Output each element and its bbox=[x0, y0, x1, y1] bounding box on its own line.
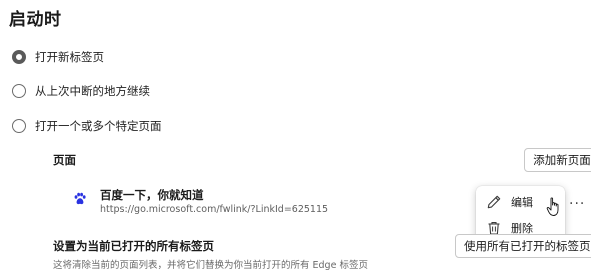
radio-label: 打开新标签页 bbox=[35, 50, 104, 64]
page-item-url: https://go.microsoft.com/fwlink/?LinkId=… bbox=[100, 204, 329, 215]
pencil-icon bbox=[487, 195, 501, 209]
page-item-title: 百度一下，你就知道 bbox=[100, 188, 204, 202]
radio-label: 从上次中断的地方继续 bbox=[35, 84, 150, 98]
radio-button[interactable] bbox=[12, 119, 26, 133]
radio-button-checked[interactable] bbox=[12, 50, 26, 64]
baidu-paw-icon bbox=[74, 192, 86, 205]
radio-button[interactable] bbox=[12, 84, 26, 98]
pages-label: 页面 bbox=[53, 153, 76, 167]
menu-item-label: 编辑 bbox=[511, 196, 533, 209]
section-title: 启动时 bbox=[9, 10, 62, 30]
use-current-tabs-description: 这将清除当前的页面列表，并将它们替换为你当前打开的所有 Edge 标签页 bbox=[53, 260, 368, 271]
radio-option-new-tab[interactable]: 打开新标签页 bbox=[12, 46, 104, 68]
radio-option-continue[interactable]: 从上次中断的地方继续 bbox=[12, 80, 150, 102]
add-new-page-button[interactable]: 添加新页面 bbox=[524, 148, 591, 172]
more-options-icon[interactable]: ··· bbox=[569, 196, 585, 212]
radio-label: 打开一个或多个特定页面 bbox=[35, 119, 162, 133]
use-current-tabs-label: 设置为当前已打开的所有标签页 bbox=[53, 239, 214, 253]
radio-option-specific-pages[interactable]: 打开一个或多个特定页面 bbox=[12, 115, 162, 137]
use-all-open-tabs-button[interactable]: 使用所有已打开的标签页 bbox=[455, 234, 591, 258]
hand-cursor-icon bbox=[546, 197, 559, 216]
